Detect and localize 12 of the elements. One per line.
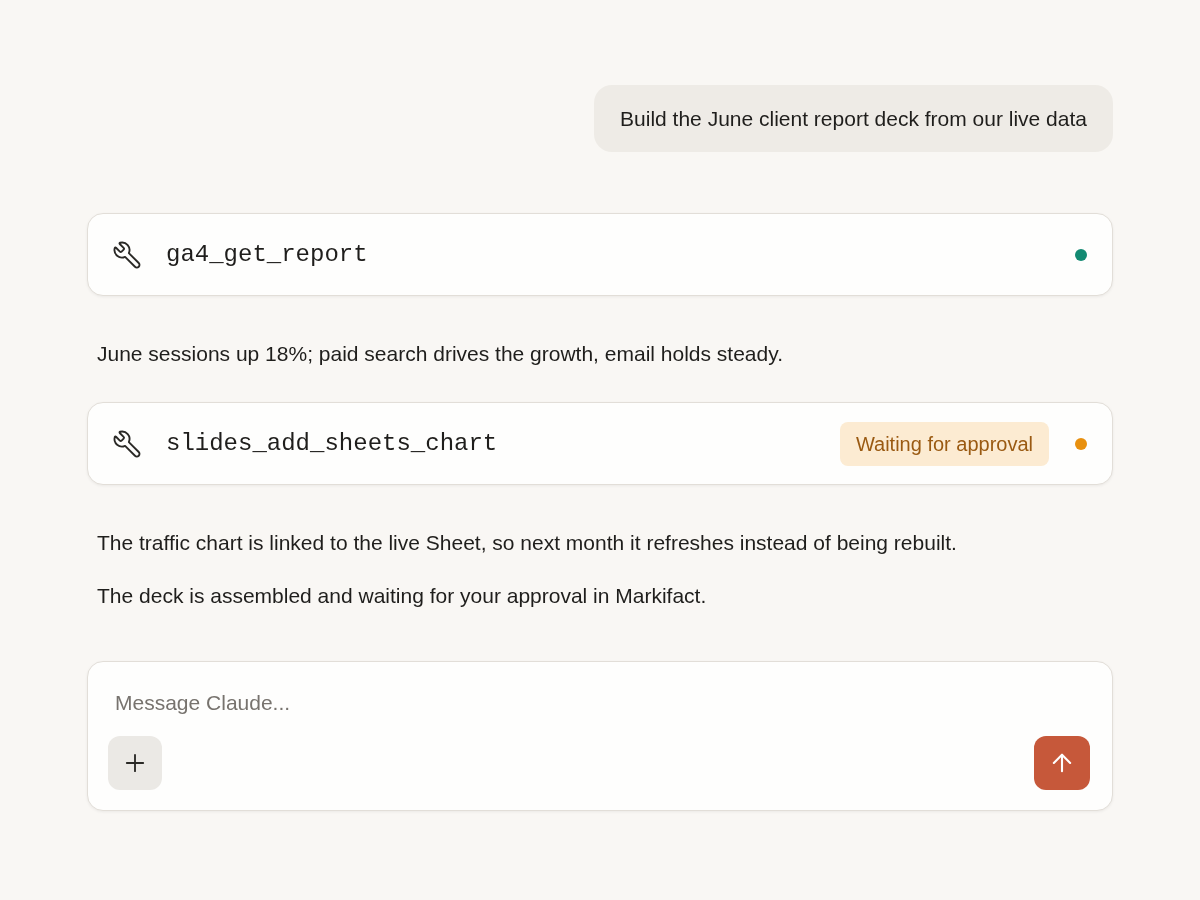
tool-name: slides_add_sheets_chart: [166, 428, 498, 459]
tool-name: ga4_get_report: [166, 239, 368, 270]
user-message-bubble: Build the June client report deck from our live data: [594, 85, 1113, 152]
wrench-icon: [112, 428, 142, 459]
assistant-message-text: June sessions up 18%; paid search drives the growth, email holds steady.: [96, 341, 784, 367]
assistant-message-text: The deck is assembled and waiting for your approval in Markifact.: [96, 583, 708, 609]
message-input-field[interactable]: Message Claude...: [108, 688, 1092, 718]
wrench-icon: [112, 239, 142, 270]
status-badge: Waiting for approval: [839, 421, 1049, 466]
send-button[interactable]: [1034, 736, 1090, 790]
add-button[interactable]: [108, 736, 162, 790]
assistant-message-text: The traffic chart is linked to the live Sheet, so next month it refreshes instead of being rebuilt.: [96, 530, 958, 556]
